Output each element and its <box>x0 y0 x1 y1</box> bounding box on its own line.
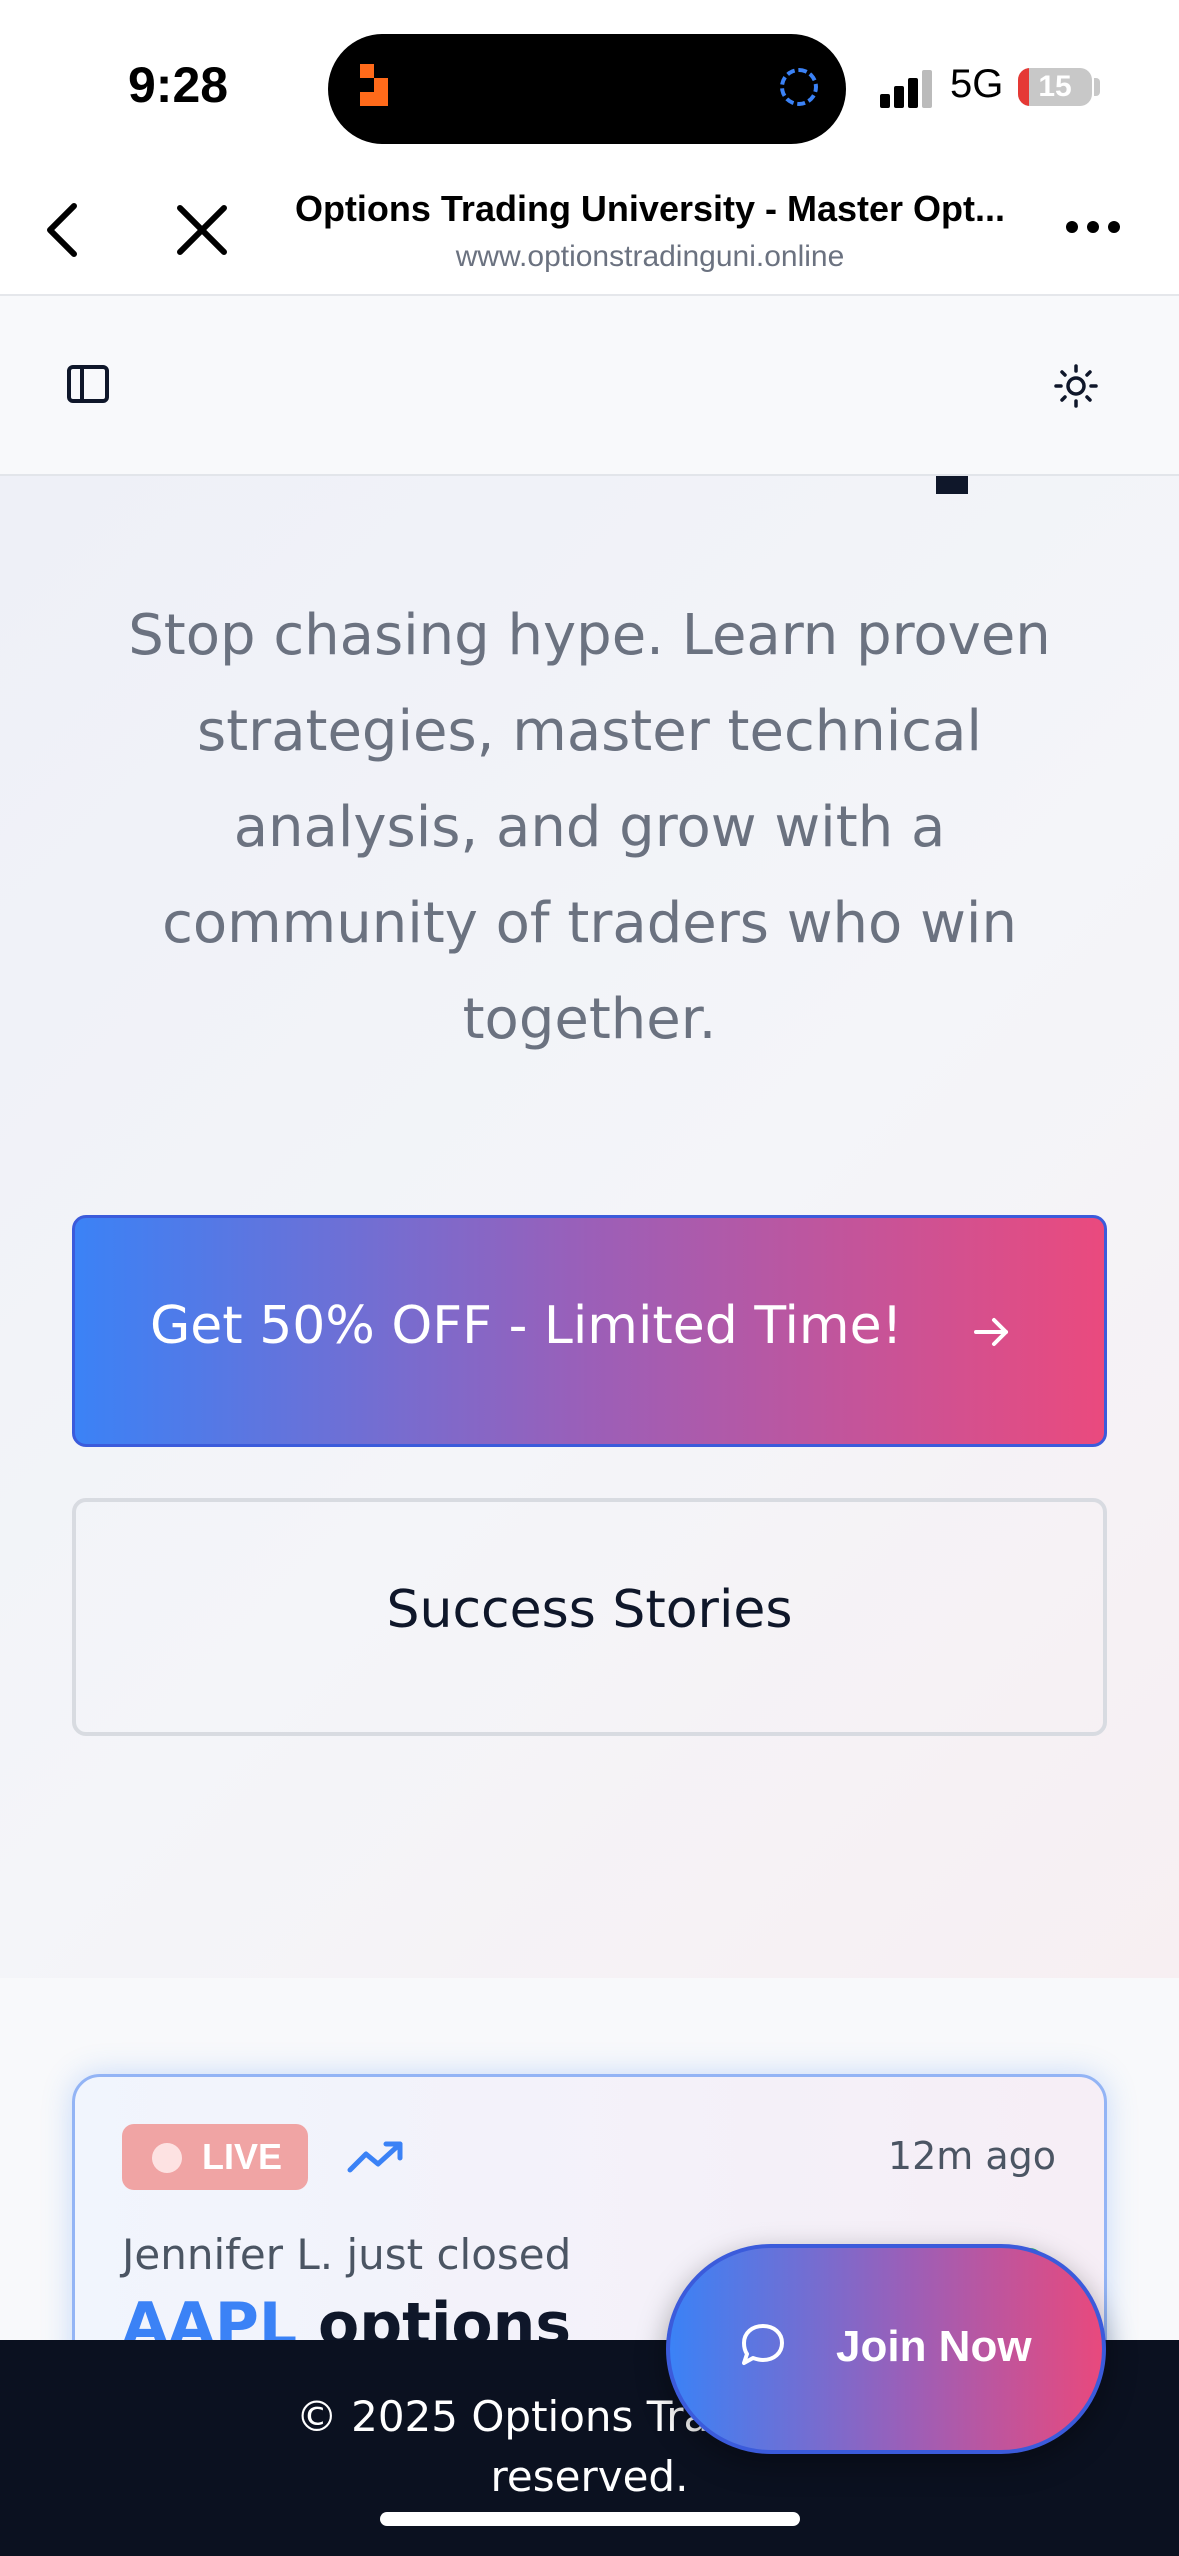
home-indicator[interactable] <box>380 2512 800 2526</box>
signal-icon <box>880 70 932 108</box>
battery-icon: 15 <box>1018 68 1092 106</box>
live-dot-icon <box>152 2143 182 2173</box>
heading-fragment <box>936 476 968 494</box>
back-icon[interactable] <box>40 200 84 260</box>
trend-icon <box>347 2141 403 2173</box>
theme-icon[interactable] <box>1054 364 1098 408</box>
site-header <box>0 296 1179 476</box>
activity-time: 12m ago <box>887 2134 1056 2178</box>
network-type: 5G <box>950 62 1004 106</box>
status-time: 9:28 <box>128 57 229 113</box>
page-url[interactable]: www.optionstradinguni.online <box>260 240 1040 274</box>
live-badge-label: LIVE <box>202 2136 283 2177</box>
hero-subtitle: Stop chasing hype. Learn proven strategi… <box>128 603 1051 1052</box>
chat-icon <box>742 2324 784 2365</box>
battery-tip <box>1094 78 1100 96</box>
dynamic-island <box>328 34 846 144</box>
join-now-label: Join Now <box>836 2322 1032 2371</box>
sidebar-icon[interactable] <box>66 364 110 404</box>
app-activity-icon <box>360 64 388 106</box>
footer-copyright-cont: reserved. <box>490 2452 689 2501</box>
success-stories-label: Success Stories <box>386 1580 793 1640</box>
page-title: Options Trading University - Master Opt.… <box>294 188 1006 229</box>
activity-text: Jennifer L. just closed <box>122 2230 572 2279</box>
arrow-right-icon <box>974 1318 1008 1346</box>
discount-cta-label: Get 50% OFF - Limited Time! <box>150 1296 903 1356</box>
battery-percent: 15 <box>1038 70 1072 103</box>
more-icon[interactable] <box>1064 216 1122 238</box>
close-icon[interactable] <box>172 200 232 260</box>
activity-ring-icon <box>780 68 818 106</box>
